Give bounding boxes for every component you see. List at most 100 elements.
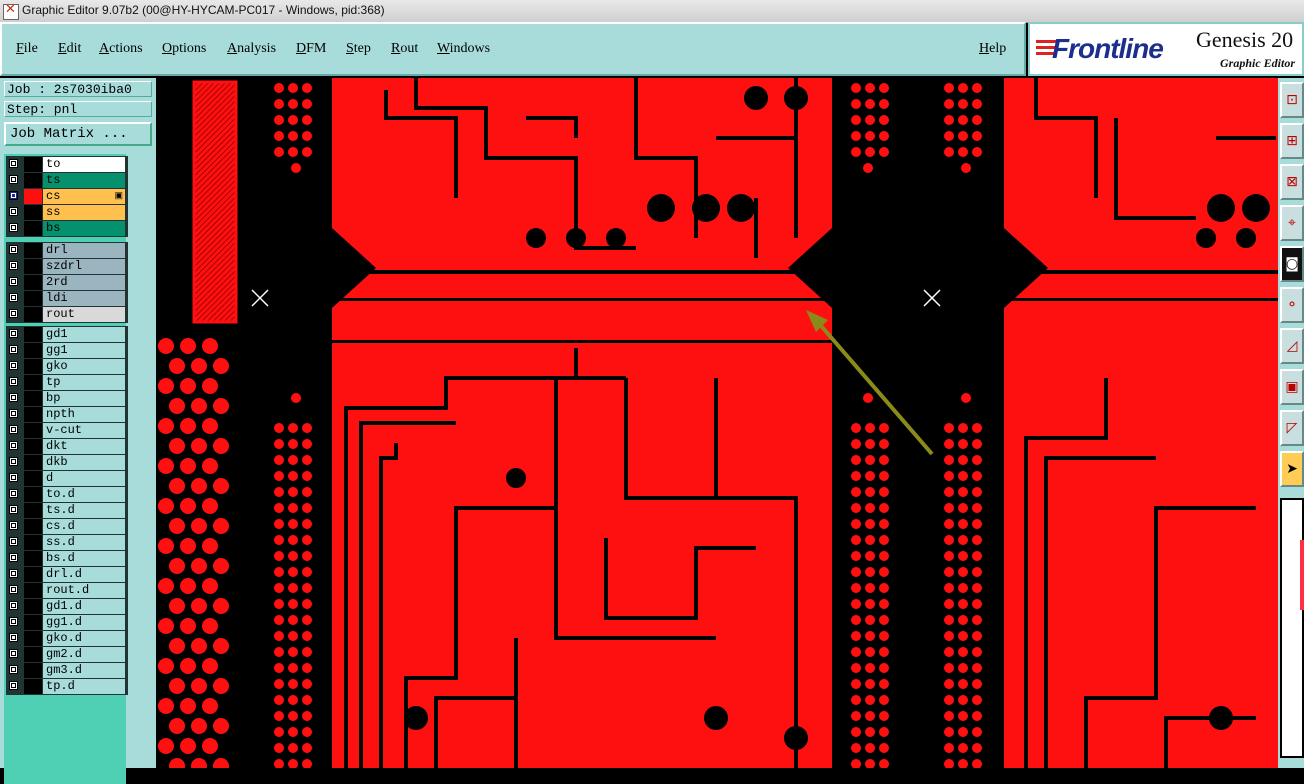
layer-checkbox[interactable] [9, 329, 18, 338]
layer-row-bp[interactable]: bp [7, 391, 127, 406]
layer-row-to[interactable]: to [7, 157, 127, 172]
menu-edit[interactable]: Edit [58, 41, 81, 57]
pcb-view[interactable] [156, 78, 1278, 768]
layer-color-swatch[interactable] [24, 275, 42, 290]
layer-color-swatch[interactable] [24, 663, 42, 678]
layer-row-drl-d[interactable]: drl.d [7, 567, 127, 582]
layer-checkbox[interactable] [9, 521, 18, 530]
layer-color-swatch[interactable] [24, 583, 42, 598]
layer-color-swatch[interactable] [24, 407, 42, 422]
layer-color-swatch[interactable] [24, 519, 42, 534]
layer-checkbox[interactable] [9, 409, 18, 418]
layer-name[interactable]: gd1 [43, 327, 125, 342]
job-matrix-button[interactable]: Job Matrix ... [4, 122, 152, 146]
menu-file[interactable]: File [16, 41, 38, 57]
layer-checkbox[interactable] [9, 293, 18, 302]
layer-name[interactable]: gg1 [43, 343, 125, 358]
line-icon[interactable]: ◿ [1280, 328, 1304, 364]
layer-color-swatch[interactable] [24, 471, 42, 486]
layer-name[interactable]: bp [43, 391, 125, 406]
layer-color-swatch[interactable] [24, 359, 42, 374]
layer-name[interactable]: gm3.d [43, 663, 125, 678]
menu-actions[interactable]: Actions [99, 41, 143, 57]
snap-icon[interactable]: ⊡ [1280, 82, 1304, 118]
layer-checkbox[interactable] [9, 649, 18, 658]
pan-icon[interactable]: ⊠ [1280, 164, 1304, 200]
layer-name[interactable]: dkt [43, 439, 125, 454]
layer-name[interactable]: tp [43, 375, 125, 390]
layer-name[interactable]: ts.d [43, 503, 125, 518]
layer-name[interactable]: rout.d [43, 583, 125, 598]
layer-name[interactable]: ts [43, 173, 125, 188]
menu-analysis[interactable]: Analysis [227, 41, 276, 57]
layer-name[interactable]: d [43, 471, 125, 486]
layer-color-swatch[interactable] [24, 535, 42, 550]
layer-name[interactable]: drl [43, 243, 125, 258]
layer-name[interactable]: gm2.d [43, 647, 125, 662]
layer-checkbox[interactable] [9, 473, 18, 482]
layer-color-swatch[interactable] [24, 631, 42, 646]
measure-icon[interactable]: ⌖ [1280, 205, 1304, 241]
layer-row-to-d[interactable]: to.d [7, 487, 127, 502]
layer-color-swatch[interactable] [24, 291, 42, 306]
pointer-icon[interactable]: ➤ [1280, 451, 1304, 487]
layer-color-swatch[interactable] [24, 375, 42, 390]
layer-color-swatch[interactable] [24, 259, 42, 274]
layer-checkbox[interactable] [9, 223, 18, 232]
layer-row-tp-d[interactable]: tp.d [7, 679, 127, 694]
menu-options[interactable]: Options [162, 41, 206, 57]
layer-name[interactable]: cs ▣ [43, 189, 125, 204]
menu-rout[interactable]: Rout [391, 41, 418, 57]
layer-color-swatch[interactable] [24, 243, 42, 258]
layer-checkbox[interactable] [9, 245, 18, 254]
layer-checkbox[interactable] [9, 617, 18, 626]
layer-name[interactable]: gko [43, 359, 125, 374]
layer-color-swatch[interactable] [24, 487, 42, 502]
layer-color-swatch[interactable] [24, 455, 42, 470]
layer-checkbox[interactable] [9, 309, 18, 318]
layer-row-gd1[interactable]: gd1 [7, 327, 127, 342]
layer-row-rout[interactable]: rout [7, 307, 127, 322]
layer-row-gko-d[interactable]: gko.d [7, 631, 127, 646]
minimap[interactable] [1280, 498, 1304, 758]
layer-color-swatch[interactable] [24, 679, 42, 694]
layer-color-swatch[interactable] [24, 551, 42, 566]
layer-color-swatch[interactable] [24, 327, 42, 342]
layer-name[interactable]: bs.d [43, 551, 125, 566]
layer-row-rout-d[interactable]: rout.d [7, 583, 127, 598]
layer-row-2rd[interactable]: 2rd [7, 275, 127, 290]
layer-color-swatch[interactable] [24, 647, 42, 662]
menu-help[interactable]: Help [979, 41, 1006, 57]
layer-row-dkb[interactable]: dkb [7, 455, 127, 470]
layer-row-d[interactable]: d [7, 471, 127, 486]
layer-name[interactable]: to.d [43, 487, 125, 502]
layer-row-ss[interactable]: ss [7, 205, 127, 220]
layer-name[interactable]: 2rd [43, 275, 125, 290]
layer-row-gg1[interactable]: gg1 [7, 343, 127, 358]
layer-row-ss-d[interactable]: ss.d [7, 535, 127, 550]
layer-checkbox[interactable] [9, 681, 18, 690]
layer-checkbox[interactable] [9, 159, 18, 168]
menu-windows[interactable]: Windows [437, 41, 490, 57]
layer-name[interactable]: dkb [43, 455, 125, 470]
layer-color-swatch[interactable] [24, 423, 42, 438]
layer-row-gg1-d[interactable]: gg1.d [7, 615, 127, 630]
layer-name[interactable]: gd1.d [43, 599, 125, 614]
layer-row-dkt[interactable]: dkt [7, 439, 127, 454]
layer-checkbox[interactable] [9, 393, 18, 402]
layer-color-swatch[interactable] [24, 503, 42, 518]
layer-name[interactable]: ldi [43, 291, 125, 306]
layer-checkbox[interactable] [9, 277, 18, 286]
layer-name[interactable]: to [43, 157, 125, 172]
feature-icon[interactable]: ◙ [1280, 246, 1304, 282]
layer-checkbox[interactable] [9, 441, 18, 450]
graphic-canvas[interactable] [156, 78, 1278, 768]
menu-step[interactable]: Step [346, 41, 371, 57]
layer-row-cs-d[interactable]: cs.d [7, 519, 127, 534]
layer-color-swatch[interactable] [24, 391, 42, 406]
layer-name[interactable]: gg1.d [43, 615, 125, 630]
layer-name[interactable]: tp.d [43, 679, 125, 694]
layer-name[interactable]: szdrl [43, 259, 125, 274]
layer-name[interactable]: drl.d [43, 567, 125, 582]
layer-checkbox[interactable] [9, 345, 18, 354]
